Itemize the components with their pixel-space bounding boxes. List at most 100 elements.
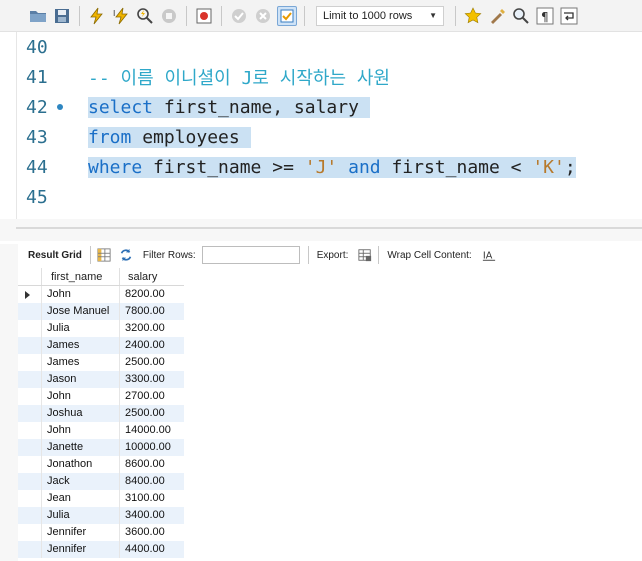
table-row[interactable]: Jason 3300.00 [18,371,184,388]
cell-first-name[interactable]: Jean [42,490,120,507]
execute-current-icon[interactable]: I [111,6,131,26]
code-line-45: 45 [0,182,642,212]
table-row[interactable]: James 2400.00 [18,337,184,354]
open-folder-icon[interactable] [28,6,48,26]
table-row[interactable]: Jack 8400.00 [18,473,184,490]
column-header-salary[interactable]: salary [120,268,184,285]
beautify-brush-icon[interactable] [487,6,507,26]
table-row[interactable]: Julia 3400.00 [18,507,184,524]
autocommit-icon[interactable] [277,5,297,26]
cell-first-name[interactable]: Jonathon [42,456,120,473]
find-icon[interactable] [511,6,531,26]
table-row[interactable]: Joshua 2500.00 [18,405,184,422]
cell-salary[interactable]: 3600.00 [120,524,184,541]
code-line-41: 41 -- 이름 이니셜이 J로 시작하는 사원 [0,62,642,92]
sql-statement-line: where first_name >= 'J' and first_name <… [88,156,576,178]
bookmark-star-icon[interactable] [463,6,483,26]
row-selector[interactable] [18,337,42,354]
cell-salary[interactable]: 10000.00 [120,439,184,456]
sql-editor[interactable]: 40 41 -- 이름 이니셜이 J로 시작하는 사원 42 select fi… [0,32,642,219]
table-row[interactable]: Julia 3200.00 [18,320,184,337]
cell-salary[interactable]: 2400.00 [120,337,184,354]
row-selector[interactable] [18,303,42,320]
cell-first-name[interactable]: Julia [42,507,120,524]
cell-salary[interactable]: 8200.00 [120,286,184,303]
table-row[interactable]: James 2500.00 [18,354,184,371]
cell-first-name[interactable]: James [42,337,120,354]
table-row[interactable]: John 14000.00 [18,422,184,439]
cell-first-name[interactable]: Janette [42,439,120,456]
cell-salary[interactable]: 3400.00 [120,507,184,524]
explain-icon[interactable] [135,6,155,26]
row-selector[interactable] [18,507,42,524]
row-selector[interactable] [18,524,42,541]
cell-first-name[interactable]: Jason [42,371,120,388]
cell-first-name[interactable]: James [42,354,120,371]
table-row[interactable]: Jennifer 4400.00 [18,541,184,558]
row-selector[interactable] [18,320,42,337]
cell-salary[interactable]: 3300.00 [120,371,184,388]
table-row[interactable]: Jean 3100.00 [18,490,184,507]
table-row[interactable]: Jose Manuel 7800.00 [18,303,184,320]
cell-first-name[interactable]: Jose Manuel [42,303,120,320]
invisible-chars-icon[interactable]: ¶ [535,6,555,26]
stop-icon[interactable] [159,6,179,26]
panel-splitter[interactable] [0,219,642,241]
grid-layout-icon[interactable] [96,247,112,263]
table-row[interactable]: Jonathon 8600.00 [18,456,184,473]
cell-first-name[interactable]: John [42,422,120,439]
cell-first-name[interactable]: Jennifer [42,524,120,541]
row-selector[interactable] [18,456,42,473]
table-row[interactable]: John 2700.00 [18,388,184,405]
commit-icon[interactable] [229,6,249,26]
row-selector[interactable] [18,439,42,456]
result-grid[interactable]: first_name salary John 8200.00 Jose Manuel… [18,268,184,558]
row-selector[interactable] [18,388,42,405]
row-selector[interactable] [18,286,42,303]
rollback-icon[interactable] [253,6,273,26]
cell-salary[interactable]: 7800.00 [120,303,184,320]
cell-salary[interactable]: 2500.00 [120,354,184,371]
wrap-icon[interactable] [559,6,579,26]
cell-first-name[interactable]: Jennifer [42,541,120,558]
row-selector-header[interactable] [18,268,42,285]
column-header-first-name[interactable]: first_name [42,268,120,285]
cell-salary[interactable]: 14000.00 [120,422,184,439]
execute-icon[interactable] [87,6,107,26]
result-grid-tab[interactable]: Result Grid [18,250,88,261]
toolbar-separator [79,5,80,26]
cell-first-name[interactable]: Julia [42,320,120,337]
export-icon[interactable] [357,247,373,263]
row-selector[interactable] [18,371,42,388]
sql-identifier: employees [131,126,251,148]
cell-salary[interactable]: 8600.00 [120,456,184,473]
refresh-icon[interactable] [118,247,134,263]
wrap-cell-icon[interactable]: IA [481,247,497,263]
cell-salary[interactable]: 3200.00 [120,320,184,337]
row-selector[interactable] [18,422,42,439]
toggle-error-icon[interactable] [194,6,214,26]
table-row[interactable]: Jennifer 3600.00 [18,524,184,541]
table-row[interactable]: John 8200.00 [18,286,184,303]
cell-salary[interactable]: 2700.00 [120,388,184,405]
limit-rows-label: Limit to 1000 rows [323,9,413,22]
row-selector[interactable] [18,541,42,558]
cell-salary[interactable]: 8400.00 [120,473,184,490]
cell-first-name[interactable]: Joshua [42,405,120,422]
cell-salary[interactable]: 4400.00 [120,541,184,558]
row-selector[interactable] [18,354,42,371]
row-selector[interactable] [18,405,42,422]
line-number: 40 [26,36,48,58]
cell-first-name[interactable]: John [42,388,120,405]
save-icon[interactable] [52,6,72,26]
cell-first-name[interactable]: Jack [42,473,120,490]
splitter-rule [16,227,642,229]
row-selector[interactable] [18,490,42,507]
cell-first-name[interactable]: John [42,286,120,303]
cell-salary[interactable]: 2500.00 [120,405,184,422]
filter-rows-input[interactable] [201,246,300,264]
limit-rows-select[interactable]: Limit to 1000 rows ▼ [316,5,444,26]
row-selector[interactable] [18,473,42,490]
cell-salary[interactable]: 3100.00 [120,490,184,507]
table-row[interactable]: Janette 10000.00 [18,439,184,456]
